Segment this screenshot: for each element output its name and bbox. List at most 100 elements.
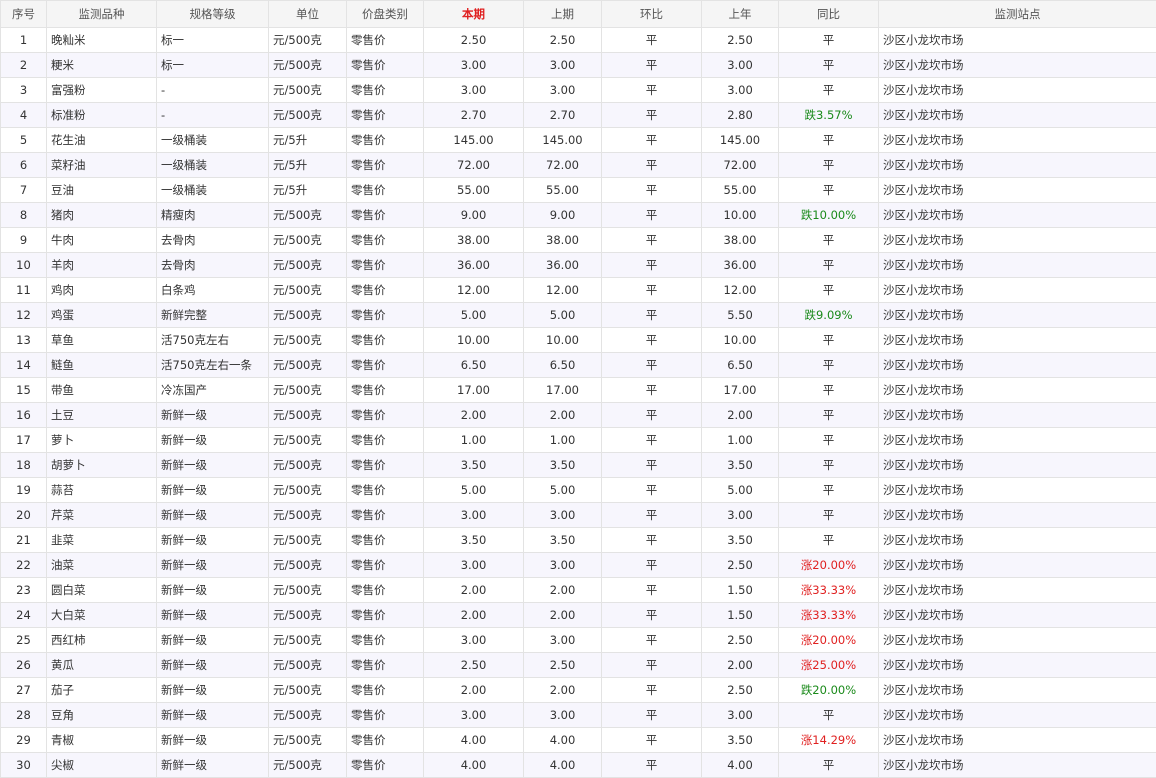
row-last-year: 3.50 [702,528,779,553]
row-previous: 55.00 [524,178,602,203]
row-previous: 3.00 [524,78,602,103]
row-yoy: 平 [779,703,879,728]
row-unit: 元/500克 [269,28,347,53]
row-last-year: 2.50 [702,553,779,578]
row-price-type: 零售价 [347,278,424,303]
row-spec: 活750克左右一条 [157,353,269,378]
row-price-type: 零售价 [347,178,424,203]
row-station: 沙区小龙坎市场 [879,103,1156,128]
row-current: 3.50 [424,528,524,553]
row-station: 沙区小龙坎市场 [879,678,1156,703]
row-yoy: 平 [779,328,879,353]
row-spec: 新鲜完整 [157,303,269,328]
row-price-type: 零售价 [347,228,424,253]
row-station: 沙区小龙坎市场 [879,278,1156,303]
table-row: 17萝卜新鲜一级元/500克零售价1.001.00平1.00平沙区小龙坎市场 [1,428,1156,453]
row-seq: 22 [1,553,47,578]
row-station: 沙区小龙坎市场 [879,428,1156,453]
row-yoy: 平 [779,528,879,553]
row-yoy: 平 [779,228,879,253]
row-mom: 平 [602,728,702,753]
row-previous: 17.00 [524,378,602,403]
header-price-type: 价盘类别 [347,1,424,28]
row-mom: 平 [602,628,702,653]
row-station: 沙区小龙坎市场 [879,303,1156,328]
table-row: 21韭菜新鲜一级元/500克零售价3.503.50平3.50平沙区小龙坎市场 [1,528,1156,553]
row-last-year: 1.50 [702,578,779,603]
row-last-year: 10.00 [702,203,779,228]
row-current: 2.00 [424,578,524,603]
row-mom: 平 [602,653,702,678]
row-current: 2.50 [424,28,524,53]
row-seq: 26 [1,653,47,678]
row-unit: 元/500克 [269,528,347,553]
row-unit: 元/500克 [269,753,347,778]
row-current: 5.00 [424,478,524,503]
row-station: 沙区小龙坎市场 [879,478,1156,503]
table-row: 25西红柿新鲜一级元/500克零售价3.003.00平2.50涨20.00%沙区… [1,628,1156,653]
row-item: 圆白菜 [47,578,157,603]
row-seq: 30 [1,753,47,778]
row-yoy: 涨33.33% [779,603,879,628]
row-yoy: 跌9.09% [779,303,879,328]
row-current: 72.00 [424,153,524,178]
row-station: 沙区小龙坎市场 [879,28,1156,53]
row-station: 沙区小龙坎市场 [879,403,1156,428]
row-mom: 平 [602,328,702,353]
row-seq: 3 [1,78,47,103]
row-unit: 元/500克 [269,378,347,403]
row-current: 3.00 [424,553,524,578]
row-price-type: 零售价 [347,53,424,78]
row-station: 沙区小龙坎市场 [879,78,1156,103]
header-current: 本期 [424,1,524,28]
row-seq: 10 [1,253,47,278]
row-spec: 一级桶装 [157,128,269,153]
row-seq: 14 [1,353,47,378]
row-price-type: 零售价 [347,28,424,53]
row-unit: 元/500克 [269,253,347,278]
row-item: 茄子 [47,678,157,703]
row-previous: 3.00 [524,628,602,653]
row-seq: 29 [1,728,47,753]
table-row: 16土豆新鲜一级元/500克零售价2.002.00平2.00平沙区小龙坎市场 [1,403,1156,428]
row-spec: - [157,78,269,103]
row-unit: 元/500克 [269,703,347,728]
row-current: 38.00 [424,228,524,253]
row-mom: 平 [602,528,702,553]
row-item: 晚籼米 [47,28,157,53]
row-station: 沙区小龙坎市场 [879,553,1156,578]
row-item: 青椒 [47,728,157,753]
row-spec: 新鲜一级 [157,678,269,703]
row-station: 沙区小龙坎市场 [879,203,1156,228]
row-item: 油菜 [47,553,157,578]
row-previous: 10.00 [524,328,602,353]
table-row: 7豆油一级桶装元/5升零售价55.0055.00平55.00平沙区小龙坎市场 [1,178,1156,203]
row-current: 12.00 [424,278,524,303]
row-seq: 13 [1,328,47,353]
row-spec: 一级桶装 [157,153,269,178]
row-item: 花生油 [47,128,157,153]
row-current: 5.00 [424,303,524,328]
row-previous: 3.00 [524,553,602,578]
row-station: 沙区小龙坎市场 [879,653,1156,678]
row-price-type: 零售价 [347,453,424,478]
row-current: 3.00 [424,53,524,78]
row-last-year: 3.00 [702,53,779,78]
row-previous: 2.00 [524,403,602,428]
row-mom: 平 [602,303,702,328]
row-current: 6.50 [424,353,524,378]
row-seq: 19 [1,478,47,503]
row-unit: 元/500克 [269,503,347,528]
row-seq: 15 [1,378,47,403]
table-row: 5花生油一级桶装元/5升零售价145.00145.00平145.00平沙区小龙坎… [1,128,1156,153]
row-last-year: 2.80 [702,103,779,128]
row-yoy: 跌10.00% [779,203,879,228]
table-row: 28豆角新鲜一级元/500克零售价3.003.00平3.00平沙区小龙坎市场 [1,703,1156,728]
row-mom: 平 [602,403,702,428]
row-station: 沙区小龙坎市场 [879,603,1156,628]
row-price-type: 零售价 [347,528,424,553]
row-item: 黄瓜 [47,653,157,678]
row-previous: 9.00 [524,203,602,228]
row-last-year: 3.00 [702,503,779,528]
header-spec: 规格等级 [157,1,269,28]
